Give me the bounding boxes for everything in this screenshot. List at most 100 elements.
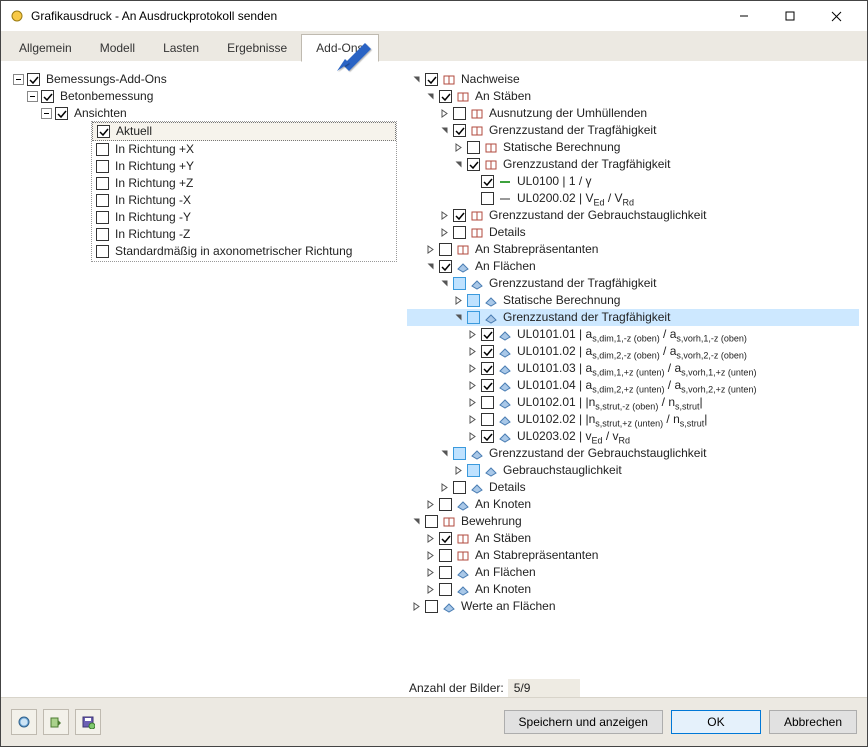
save-and-show-button[interactable]: Speichern und anzeigen — [504, 710, 663, 734]
tree-item[interactable]: Standardmäßig in axonometrischer Richtun… — [92, 243, 396, 260]
checkbox[interactable] — [27, 73, 40, 86]
caret-closed-icon[interactable] — [467, 380, 478, 391]
tab-modell[interactable]: Modell — [86, 35, 149, 61]
tree-item[interactable]: An Stäben — [407, 530, 859, 547]
tree-item[interactable]: In Richtung -Y — [92, 209, 396, 226]
checkbox[interactable] — [425, 515, 438, 528]
caret-closed-icon[interactable] — [453, 142, 464, 153]
tree-item[interactable]: Grenzzustand der Tragfähigkeit — [407, 122, 859, 139]
checkbox[interactable] — [467, 141, 480, 154]
collapse-icon[interactable] — [13, 74, 24, 85]
caret-open-icon[interactable] — [453, 159, 464, 170]
collapse-icon[interactable] — [27, 91, 38, 102]
checkbox[interactable] — [96, 211, 109, 224]
checkbox[interactable] — [453, 277, 466, 290]
checkbox[interactable] — [97, 125, 110, 138]
help-button[interactable] — [11, 709, 37, 735]
caret-closed-icon[interactable] — [467, 363, 478, 374]
checkbox[interactable] — [481, 379, 494, 392]
caret-closed-icon[interactable] — [467, 397, 478, 408]
tree-item[interactable]: Werte an Flächen — [407, 598, 859, 615]
caret-closed-icon[interactable] — [425, 499, 436, 510]
tree-item[interactable]: An Knoten — [407, 496, 859, 513]
tree-item[interactable]: Grenzzustand der Gebrauchstauglichkeit — [407, 445, 859, 462]
caret-closed-icon[interactable] — [467, 414, 478, 425]
tree-item[interactable]: UL0101.01 | as,dim,1,-z (oben) / as,vorh… — [407, 326, 859, 343]
tree-item[interactable]: An Stabrepräsentanten — [407, 547, 859, 564]
checkbox[interactable] — [467, 311, 480, 324]
checkbox[interactable] — [481, 192, 494, 205]
checkbox[interactable] — [481, 396, 494, 409]
tree-item[interactable]: UL0200.02 | VEd / VRd — [407, 190, 859, 207]
checkbox[interactable] — [467, 158, 480, 171]
checkbox[interactable] — [481, 430, 494, 443]
checkbox[interactable] — [481, 413, 494, 426]
checkbox[interactable] — [96, 177, 109, 190]
tree-item[interactable]: An Stäben — [407, 88, 859, 105]
caret-closed-icon[interactable] — [439, 482, 450, 493]
caret-open-icon[interactable] — [411, 74, 422, 85]
caret-closed-icon[interactable] — [425, 244, 436, 255]
caret-closed-icon[interactable] — [439, 108, 450, 119]
maximize-button[interactable] — [767, 1, 813, 31]
caret-closed-icon[interactable] — [425, 550, 436, 561]
checkbox[interactable] — [439, 583, 452, 596]
tree-item[interactable]: Gebrauchstauglichkeit — [407, 462, 859, 479]
save-button[interactable] — [75, 709, 101, 735]
caret-open-icon[interactable] — [411, 516, 422, 527]
checkbox[interactable] — [96, 143, 109, 156]
checkbox[interactable] — [96, 160, 109, 173]
collapse-icon[interactable] — [41, 108, 52, 119]
close-button[interactable] — [813, 1, 859, 31]
tree-item[interactable]: An Flächen — [407, 258, 859, 275]
caret-closed-icon[interactable] — [453, 465, 464, 476]
caret-open-icon[interactable] — [439, 278, 450, 289]
tree-item[interactable]: Grenzzustand der Tragfähigkeit — [407, 309, 859, 326]
tab-add-ons[interactable]: Add-Ons — [301, 34, 378, 62]
tree-item[interactable]: Statische Berechnung — [407, 292, 859, 309]
tree-item[interactable]: UL0100 | 1 / γ — [407, 173, 859, 190]
checkbox[interactable] — [96, 228, 109, 241]
checkbox[interactable] — [439, 498, 452, 511]
tree-item[interactable]: UL0101.04 | as,dim,2,+z (unten) / as,vor… — [407, 377, 859, 394]
caret-closed-icon[interactable] — [425, 584, 436, 595]
tree-item[interactable]: UL0102.01 | |ns,strut,-z (oben) / ns,str… — [407, 394, 859, 411]
checkbox[interactable] — [453, 209, 466, 222]
tab-lasten[interactable]: Lasten — [149, 35, 213, 61]
minimize-button[interactable] — [721, 1, 767, 31]
cancel-button[interactable]: Abbrechen — [769, 710, 857, 734]
tree-item[interactable]: An Knoten — [407, 581, 859, 598]
caret-closed-icon[interactable] — [467, 329, 478, 340]
tree-item[interactable]: Grenzzustand der Tragfähigkeit — [407, 275, 859, 292]
tree-item[interactable]: Ausnutzung der Umhüllenden — [407, 105, 859, 122]
caret-closed-icon[interactable] — [425, 533, 436, 544]
tree-item[interactable]: In Richtung +X — [92, 141, 396, 158]
tree-item[interactable]: Details — [407, 224, 859, 241]
tree-item[interactable]: In Richtung +Y — [92, 158, 396, 175]
caret-closed-icon[interactable] — [439, 210, 450, 221]
checkbox[interactable] — [453, 107, 466, 120]
tree-item[interactable]: In Richtung -X — [92, 192, 396, 209]
tree-item[interactable]: Ansichten — [9, 105, 407, 122]
tree-item[interactable]: Nachweise — [407, 71, 859, 88]
checkbox[interactable] — [453, 124, 466, 137]
tree-item[interactable]: In Richtung +Z — [92, 175, 396, 192]
tree-item[interactable]: UL0101.02 | as,dim,2,-z (oben) / as,vorh… — [407, 343, 859, 360]
tree-item-current[interactable]: Aktuell — [92, 122, 396, 141]
checkbox[interactable] — [439, 90, 452, 103]
checkbox[interactable] — [481, 175, 494, 188]
checkbox[interactable] — [425, 73, 438, 86]
checkbox[interactable] — [453, 226, 466, 239]
checkbox[interactable] — [481, 345, 494, 358]
checkbox[interactable] — [425, 600, 438, 613]
checkbox[interactable] — [481, 362, 494, 375]
checkbox[interactable] — [96, 245, 109, 258]
tree-item[interactable]: An Stabrepräsentanten — [407, 241, 859, 258]
caret-closed-icon[interactable] — [411, 601, 422, 612]
preview-button[interactable] — [43, 709, 69, 735]
tree-item[interactable]: Bemessungs-Add-Ons — [9, 71, 407, 88]
tree-item[interactable]: Grenzzustand der Tragfähigkeit — [407, 156, 859, 173]
tree-item[interactable]: Statische Berechnung — [407, 139, 859, 156]
tree-item[interactable]: UL0101.03 | as,dim,1,+z (unten) / as,vor… — [407, 360, 859, 377]
checkbox[interactable] — [41, 90, 54, 103]
